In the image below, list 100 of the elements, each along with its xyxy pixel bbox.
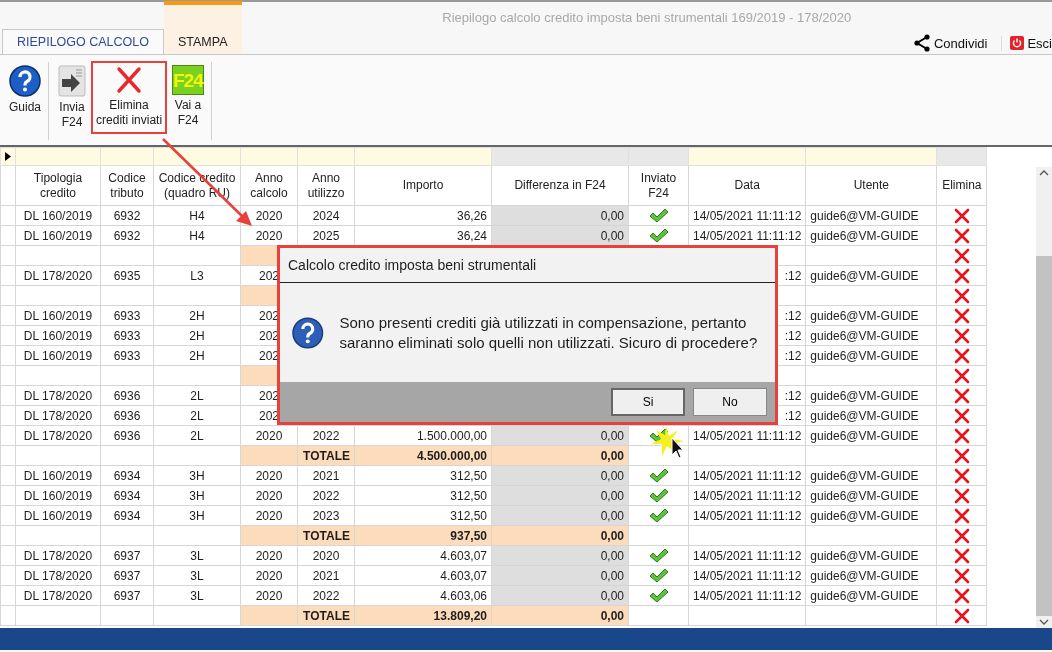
delete-icon[interactable]: [953, 207, 970, 224]
table-cell: 6932: [100, 225, 154, 246]
ribbon-button[interactable]: F24 Vai a F24: [167, 61, 213, 141]
scrollbar[interactable]: [1036, 167, 1052, 628]
table-cell: 2H: [153, 325, 241, 346]
table-cell: 2020: [240, 465, 298, 486]
filter-cell[interactable]: [628, 147, 689, 166]
table-cell: guide6@VM-GUIDE: [805, 385, 937, 406]
ribbon-button[interactable]: Elimina crediti inviati: [91, 61, 168, 134]
delete-icon[interactable]: [953, 427, 970, 444]
table-cell: DL 160/2019: [15, 345, 101, 366]
delete-icon[interactable]: [953, 567, 970, 584]
table-cell: DL 178/2020: [15, 545, 101, 566]
filter-cell[interactable]: [491, 147, 629, 166]
table-cell: 312,50: [354, 485, 492, 506]
table-cell: 2020: [240, 585, 298, 606]
filter-cell[interactable]: [354, 147, 492, 166]
tab[interactable]: STAMPA: [164, 1, 242, 54]
table-cell: guide6@VM-GUIDE: [805, 405, 937, 426]
table-cell: 14/05/2021 11:11:12: [688, 485, 806, 506]
filter-cell[interactable]: [936, 147, 987, 166]
scrollbar-thumb[interactable]: [1036, 256, 1052, 616]
table-cell: guide6@VM-GUIDE: [805, 265, 937, 286]
delete-icon[interactable]: [953, 527, 970, 544]
send-icon: [58, 65, 87, 97]
column-header: Elimina: [936, 165, 987, 206]
table-cell: 6933: [100, 345, 154, 366]
question-icon: [292, 316, 324, 349]
column-header: Utente: [805, 165, 937, 206]
share-button[interactable]: Condividi: [908, 34, 992, 52]
column-header: Data: [688, 165, 806, 206]
table-cell: 2020: [240, 565, 298, 586]
table-cell: 2024: [297, 205, 355, 226]
table-cell: 3H: [153, 505, 241, 526]
table-cell: 2H: [153, 305, 241, 326]
delete-icon[interactable]: [953, 447, 970, 464]
delete-icon[interactable]: [953, 587, 970, 604]
table-cell: 14/05/2021 11:11:12: [688, 585, 806, 606]
table-cell: 6933: [100, 305, 154, 326]
table-cell: 36,26: [354, 205, 492, 226]
column-header: Importo: [354, 165, 492, 206]
ribbon-button[interactable]: Invia F24: [53, 61, 92, 134]
table-cell: 6937: [100, 585, 154, 606]
table-cell: guide6@VM-GUIDE: [805, 485, 937, 506]
f24-logo: F24: [172, 65, 205, 95]
tab[interactable]: RIEPILOGO CALCOLO: [2, 29, 164, 54]
table-cell: 4.603,06: [354, 585, 492, 606]
table-cell: guide6@VM-GUIDE: [805, 425, 937, 446]
table-cell: DL 160/2019: [15, 205, 101, 226]
table-cell: 2020: [297, 545, 355, 566]
table-cell: 3H: [153, 485, 241, 506]
delete-icon[interactable]: [953, 467, 970, 484]
filter-cell[interactable]: [297, 147, 355, 166]
dialog-button[interactable]: Si: [611, 388, 685, 416]
delete-icon[interactable]: [953, 247, 970, 264]
filter-cell[interactable]: [240, 147, 298, 166]
delete-icon[interactable]: [953, 307, 970, 324]
filter-cell[interactable]: [805, 147, 937, 166]
table-cell: 14/05/2021 11:11:12: [688, 205, 806, 226]
filter-cell[interactable]: [100, 147, 154, 166]
table-cell: guide6@VM-GUIDE: [805, 565, 937, 586]
column-header: Anno utilizzo: [297, 165, 355, 206]
table-cell: 6936: [100, 405, 154, 426]
table-cell: 6935: [100, 265, 154, 286]
delete-icon[interactable]: [953, 387, 970, 404]
table-cell: guide6@VM-GUIDE: [805, 225, 937, 246]
delete-icon[interactable]: [953, 407, 970, 424]
delete-icon[interactable]: [953, 547, 970, 564]
table-cell: guide6@VM-GUIDE: [805, 545, 937, 566]
delete-icon[interactable]: [953, 487, 970, 504]
table-cell: 2L: [153, 405, 241, 426]
table-cell: 2021: [297, 465, 355, 486]
delete-icon[interactable]: [953, 267, 970, 284]
table-cell: 3L: [153, 565, 241, 586]
table-cell: 14/05/2021 11:11:12: [688, 505, 806, 526]
table-cell: guide6@VM-GUIDE: [805, 465, 937, 486]
table-cell: 6934: [100, 505, 154, 526]
exit-button[interactable]: Esci: [1001, 35, 1052, 51]
table-cell: guide6@VM-GUIDE: [805, 325, 937, 346]
table-cell: 2022: [297, 485, 355, 506]
filter-cell[interactable]: [15, 147, 101, 166]
delete-icon[interactable]: [953, 287, 970, 304]
delete-icon[interactable]: [953, 607, 970, 624]
delete-icon[interactable]: [953, 507, 970, 524]
table-cell: 14/05/2021 11:11:12: [688, 565, 806, 586]
dialog-button[interactable]: No: [693, 388, 767, 416]
table-cell: guide6@VM-GUIDE: [805, 505, 937, 526]
filter-cell[interactable]: [153, 147, 241, 166]
ribbon-button[interactable]: Guida: [4, 61, 50, 141]
filter-cell[interactable]: [688, 147, 806, 166]
table-cell: 2021: [297, 565, 355, 586]
table-cell: 2023: [297, 505, 355, 526]
delete-icon[interactable]: [953, 327, 970, 344]
table-cell: 4.603,07: [354, 545, 492, 566]
delete-icon[interactable]: [953, 347, 970, 364]
table-cell: 14/05/2021 11:11:12: [688, 545, 806, 566]
power-icon: [1010, 36, 1025, 50]
delete-icon[interactable]: [953, 367, 970, 384]
help-icon: [9, 65, 41, 97]
delete-icon[interactable]: [953, 227, 970, 244]
